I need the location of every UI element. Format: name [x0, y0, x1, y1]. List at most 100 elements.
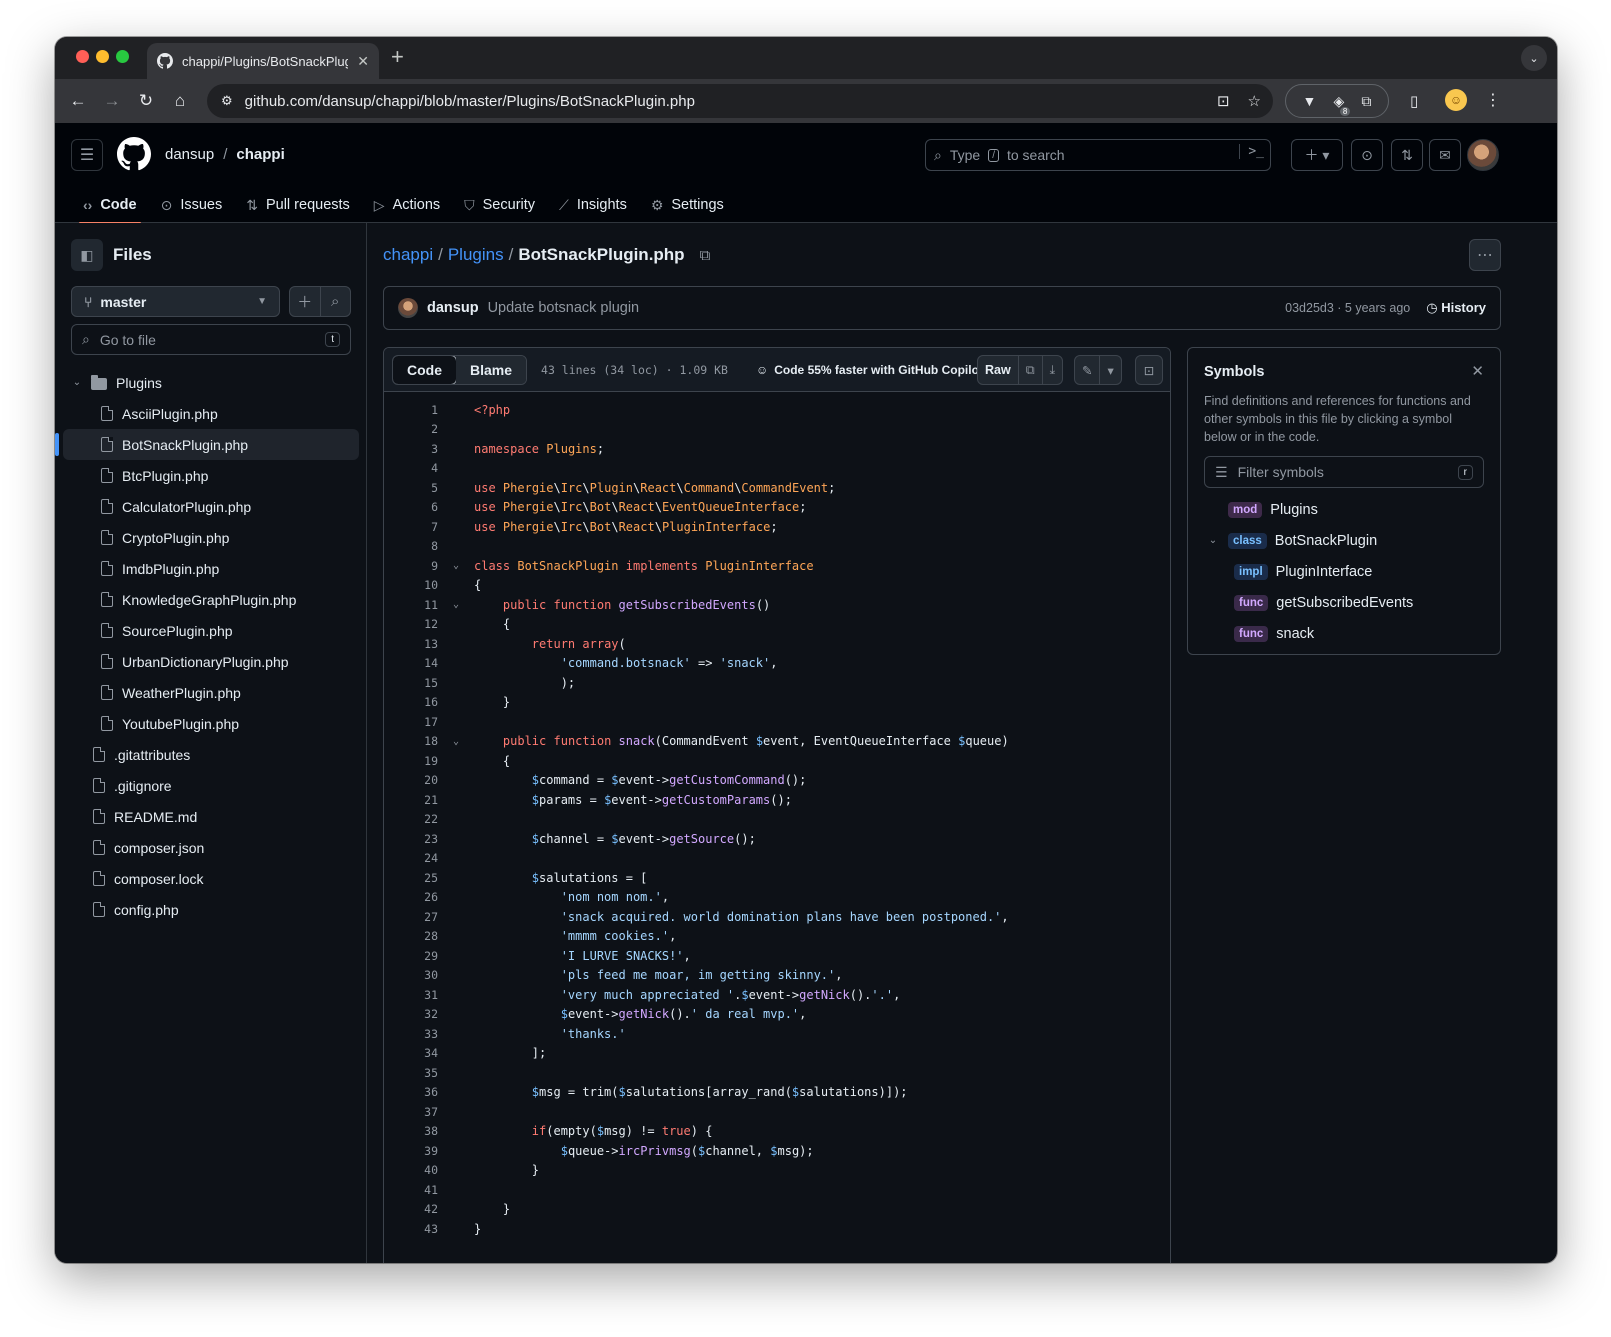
tree-file[interactable]: ImdbPlugin.php: [63, 553, 359, 584]
code-line[interactable]: 16 }: [384, 693, 1170, 713]
profile-avatar-icon[interactable]: ☺: [1445, 89, 1467, 111]
tree-file[interactable]: BtcPlugin.php: [63, 460, 359, 491]
symbols-toggle-icon[interactable]: ⊡: [1135, 355, 1163, 385]
code-line[interactable]: 30 'pls feed me moar, im getting skinny.…: [384, 966, 1170, 986]
tab-settings[interactable]: ⚙ Settings: [639, 187, 736, 223]
code-line[interactable]: 21 $params = $event->getCustomParams();: [384, 790, 1170, 810]
owner-link[interactable]: dansup: [165, 146, 214, 163]
code-line[interactable]: 11 ⌄ public function getSubscribedEvents(…: [384, 595, 1170, 615]
tab-code[interactable]: ‹› Code: [71, 187, 149, 224]
line-number[interactable]: 30: [384, 968, 438, 982]
code-line[interactable]: 8: [384, 537, 1170, 557]
tree-file[interactable]: CryptoPlugin.php: [63, 522, 359, 553]
code-line[interactable]: 27 'snack acquired. world domination pla…: [384, 907, 1170, 927]
fold-chevron-icon[interactable]: ⌄: [438, 599, 474, 610]
line-number[interactable]: 1: [384, 403, 438, 417]
line-number[interactable]: 34: [384, 1046, 438, 1060]
tab-search-button[interactable]: ⌄: [1521, 45, 1547, 71]
commit-author-avatar[interactable]: [398, 298, 418, 318]
code-line[interactable]: 42 }: [384, 1200, 1170, 1220]
code-line[interactable]: 25 $salutations = [: [384, 868, 1170, 888]
filter-symbols-input[interactable]: ☰ Filter symbols r: [1204, 456, 1484, 488]
code-line[interactable]: 36 $msg = trim($salutations[array_rand($…: [384, 1083, 1170, 1103]
edit-pencil-icon[interactable]: ✎: [1075, 356, 1099, 384]
line-number[interactable]: 36: [384, 1085, 438, 1099]
line-number[interactable]: 42: [384, 1202, 438, 1216]
history-button[interactable]: ◷ History: [1426, 300, 1486, 316]
code-line[interactable]: 12 {: [384, 615, 1170, 635]
tree-file[interactable]: README.md: [63, 801, 359, 832]
line-number[interactable]: 15: [384, 676, 438, 690]
tree-file[interactable]: .gitignore: [63, 770, 359, 801]
fold-chevron-icon[interactable]: ⌄: [438, 560, 474, 571]
line-number[interactable]: 31: [384, 988, 438, 1002]
code-line[interactable]: 35: [384, 1063, 1170, 1083]
code-line[interactable]: 20 $command = $event->getCustomCommand()…: [384, 771, 1170, 791]
chevron-down-icon[interactable]: ⌄: [69, 377, 85, 388]
back-icon[interactable]: ←: [67, 90, 89, 112]
line-number[interactable]: 38: [384, 1124, 438, 1138]
side-panel-icon[interactable]: ▯: [1410, 92, 1418, 110]
forward-icon[interactable]: →: [101, 90, 123, 112]
tree-file[interactable]: AsciiPlugin.php: [63, 398, 359, 429]
install-app-icon[interactable]: ⊡: [1217, 92, 1230, 110]
code-line[interactable]: 19 {: [384, 751, 1170, 771]
go-to-file-input[interactable]: ⌕ Go to file t: [71, 324, 351, 355]
code-line[interactable]: 9 ⌄ class BotSnackPlugin implements Plugin…: [384, 556, 1170, 576]
line-number[interactable]: 33: [384, 1027, 438, 1041]
code-line[interactable]: 40 }: [384, 1161, 1170, 1181]
line-number[interactable]: 17: [384, 715, 438, 729]
code-line[interactable]: 33 'thanks.': [384, 1024, 1170, 1044]
symbol-item[interactable]: func snack: [1204, 618, 1484, 649]
sidebar-collapse-icon[interactable]: ◧: [71, 239, 103, 271]
line-number[interactable]: 39: [384, 1144, 438, 1158]
code-line[interactable]: 17: [384, 712, 1170, 732]
close-tab-icon[interactable]: ✕: [357, 53, 369, 70]
line-number[interactable]: 23: [384, 832, 438, 846]
code-line[interactable]: 5 use Phergie\Irc\Plugin\React\Command\Co…: [384, 478, 1170, 498]
commit-sha-time[interactable]: 03d25d3 · 5 years ago: [1285, 301, 1410, 315]
raw-button[interactable]: Raw: [978, 356, 1018, 384]
tree-file[interactable]: .gitattributes: [63, 739, 359, 770]
search-input[interactable]: ⌕ Type / to search >_: [925, 139, 1271, 171]
code-line[interactable]: 41: [384, 1180, 1170, 1200]
issues-icon[interactable]: ⊙: [1351, 139, 1383, 171]
copilot-promo[interactable]: ☺ Code 55% faster with GitHub Copilot: [756, 363, 983, 377]
extension-badge-icon[interactable]: ◈ 8: [1334, 93, 1351, 116]
code-line[interactable]: 37: [384, 1102, 1170, 1122]
code-line[interactable]: 18 ⌄ public function snack(CommandEvent $…: [384, 732, 1170, 752]
line-number[interactable]: 13: [384, 637, 438, 651]
code-line[interactable]: 10 {: [384, 576, 1170, 596]
code-line[interactable]: 7 use Phergie\Irc\Bot\React\PluginInterfa…: [384, 517, 1170, 537]
line-number[interactable]: 2: [384, 422, 438, 436]
blame-view-button[interactable]: Blame: [456, 355, 527, 384]
tree-file[interactable]: YoutubePlugin.php: [63, 708, 359, 739]
branch-selector[interactable]: ⑂ master ▼: [71, 286, 280, 317]
command-palette-icon[interactable]: >_: [1239, 144, 1264, 159]
code-line[interactable]: 26 'nom nom nom.',: [384, 888, 1170, 908]
tab-pull-requests[interactable]: ⇅ Pull requests: [234, 187, 362, 223]
line-number[interactable]: 7: [384, 520, 438, 534]
maximize-window-button[interactable]: [116, 50, 129, 63]
code-line[interactable]: 2: [384, 420, 1170, 440]
code-line[interactable]: 24: [384, 849, 1170, 869]
line-number[interactable]: 28: [384, 929, 438, 943]
browser-tab[interactable]: chappi/Plugins/BotSnackPlugin.php ✕: [147, 43, 379, 79]
commit-author[interactable]: dansup: [427, 300, 479, 316]
code-line[interactable]: 43}: [384, 1219, 1170, 1239]
line-number[interactable]: 32: [384, 1007, 438, 1021]
minimize-window-button[interactable]: [96, 50, 109, 63]
symbol-item[interactable]: mod Plugins: [1204, 494, 1484, 525]
tree-file[interactable]: config.php: [63, 894, 359, 925]
line-number[interactable]: 5: [384, 481, 438, 495]
line-number[interactable]: 24: [384, 851, 438, 865]
github-logo-icon[interactable]: [117, 137, 151, 171]
edit-dropdown-icon[interactable]: ▾: [1099, 356, 1120, 384]
new-tab-button[interactable]: +: [391, 46, 404, 68]
code-line[interactable]: 31 'very much appreciated '.$event->getN…: [384, 985, 1170, 1005]
code-line[interactable]: 3 namespace Plugins;: [384, 439, 1170, 459]
code-line[interactable]: 29 'I LURVE SNACKS!',: [384, 946, 1170, 966]
line-number[interactable]: 37: [384, 1105, 438, 1119]
line-number[interactable]: 6: [384, 500, 438, 514]
line-number[interactable]: 12: [384, 617, 438, 631]
